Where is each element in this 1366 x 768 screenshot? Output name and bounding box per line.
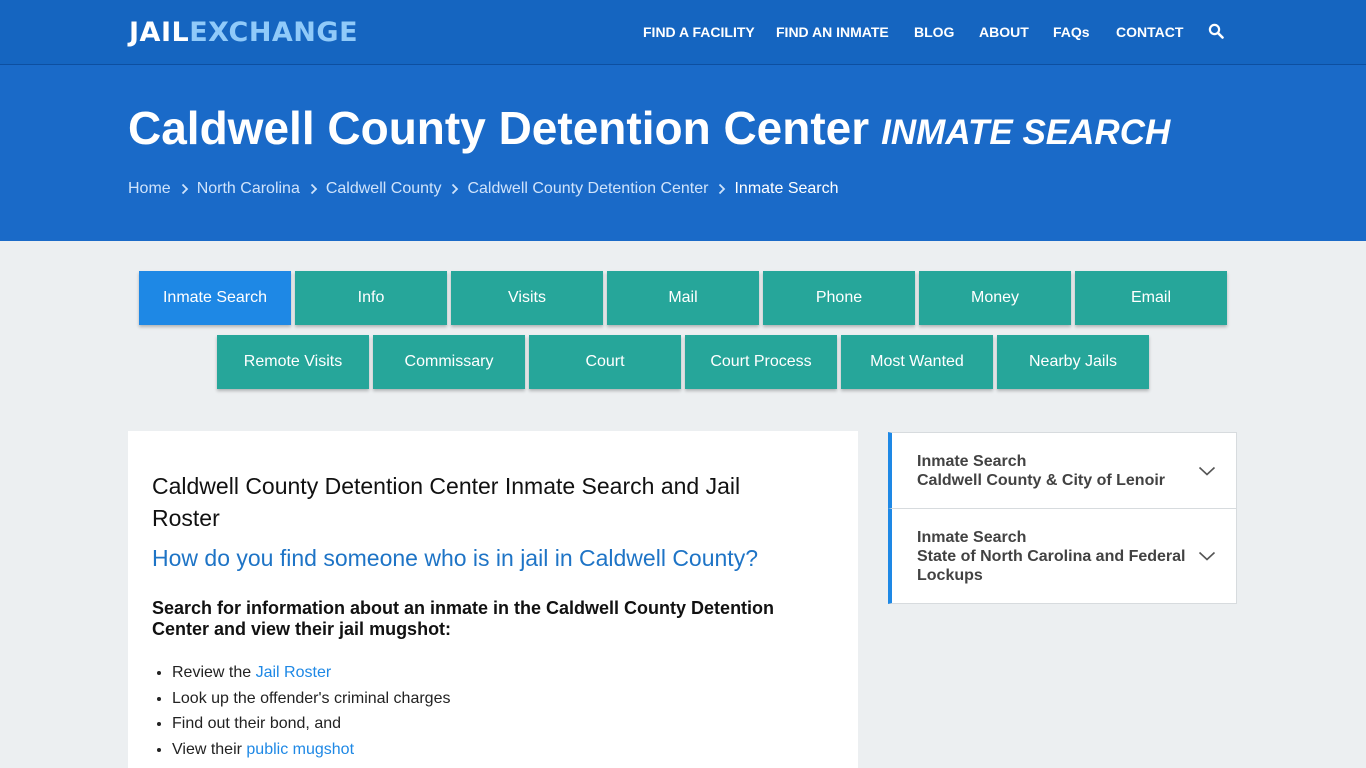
article-bullet-list: Review the Jail Roster Look up the offen…: [152, 660, 450, 762]
tab-info[interactable]: Info: [295, 271, 447, 325]
list-item: View their public mugshot: [172, 737, 450, 763]
logo-part-exchange: EXCHANGE: [189, 17, 359, 48]
sidebar-item-state-federal-search[interactable]: Inmate Search State of North Carolina an…: [888, 508, 1237, 604]
logo-part-jail: JAIL: [129, 17, 190, 48]
list-item-text: View their: [172, 740, 247, 758]
breadcrumb-caldwell-county[interactable]: Caldwell County: [326, 178, 442, 200]
jail-roster-link[interactable]: Jail Roster: [256, 664, 332, 681]
nav-blog[interactable]: BLOG: [914, 22, 954, 42]
tab-nearby-jails[interactable]: Nearby Jails: [997, 335, 1149, 389]
list-item-text: Look up the offender's criminal charges: [172, 689, 451, 707]
tab-email[interactable]: Email: [1075, 271, 1227, 325]
sidebar-item-line1: Inmate Search: [917, 453, 1027, 470]
nav-faqs[interactable]: FAQs: [1053, 22, 1090, 42]
sidebar-item-caldwell-county-search[interactable]: Inmate Search Caldwell County & City of …: [888, 432, 1237, 509]
nav-about[interactable]: ABOUT: [979, 22, 1029, 42]
site-logo[interactable]: JAILEXCHANGE: [129, 16, 358, 50]
list-item: Look up the offender's criminal charges: [172, 686, 450, 712]
chevron-right-icon: [452, 183, 459, 195]
tab-most-wanted[interactable]: Most Wanted: [841, 335, 993, 389]
tab-court[interactable]: Court: [529, 335, 681, 389]
nav-find-a-facility[interactable]: FIND A FACILITY: [643, 22, 755, 42]
tab-money[interactable]: Money: [919, 271, 1071, 325]
tab-court-process[interactable]: Court Process: [685, 335, 837, 389]
breadcrumb-current: Inmate Search: [734, 180, 839, 197]
chevron-down-icon: [1198, 551, 1216, 561]
article-intro: Search for information about an inmate i…: [152, 598, 775, 639]
sidebar-item-line1: Inmate Search: [917, 529, 1027, 546]
sidebar-item-label: Inmate Search State of North Carolina an…: [917, 528, 1187, 585]
chevron-right-icon: [310, 183, 318, 195]
nav-contact[interactable]: CONTACT: [1116, 22, 1183, 42]
sidebar-item-label: Inmate Search Caldwell County & City of …: [917, 452, 1165, 490]
sidebar-item-line2: State of North Carolina and Federal Lock…: [917, 548, 1186, 584]
sidebar-item-line2: Caldwell County & City of Lenoir: [917, 472, 1166, 489]
page-title: Caldwell County Detention Center INMATE S…: [128, 100, 1170, 168]
nav-find-an-inmate[interactable]: FIND AN INMATE: [776, 22, 889, 42]
article-heading: Caldwell County Detention Center Inmate …: [152, 473, 741, 531]
tab-remote-visits[interactable]: Remote Visits: [217, 335, 369, 389]
breadcrumb-north-carolina[interactable]: North Carolina: [197, 178, 300, 200]
chevron-right-icon: [181, 183, 188, 195]
list-item: Review the Jail Roster: [172, 660, 450, 686]
tab-commissary[interactable]: Commissary: [373, 335, 525, 389]
chevron-down-icon: [1198, 466, 1216, 476]
chevron-right-icon: [719, 183, 726, 195]
list-item: Find out their bond, and: [172, 711, 450, 737]
tab-visits[interactable]: Visits: [451, 271, 603, 325]
list-item-text: Review the: [172, 664, 256, 681]
tab-inmate-search[interactable]: Inmate Search: [139, 271, 291, 325]
article-question: How do you find someone who is in jail i…: [152, 545, 758, 571]
tab-phone[interactable]: Phone: [763, 271, 915, 325]
breadcrumb-detention-center[interactable]: Caldwell County Detention Center: [467, 178, 708, 200]
page-title-main: Caldwell County Detention Center: [128, 102, 870, 154]
search-icon[interactable]: [1208, 23, 1224, 39]
breadcrumb-home[interactable]: Home: [128, 178, 171, 200]
breadcrumb: Home North Carolina Caldwell County Cald…: [128, 178, 839, 200]
public-mugshot-link[interactable]: public mugshot: [246, 741, 354, 758]
page-title-subtitle: INMATE SEARCH: [881, 113, 1171, 152]
list-item-text: Find out their bond, and: [172, 715, 342, 732]
tab-mail[interactable]: Mail: [607, 271, 759, 325]
